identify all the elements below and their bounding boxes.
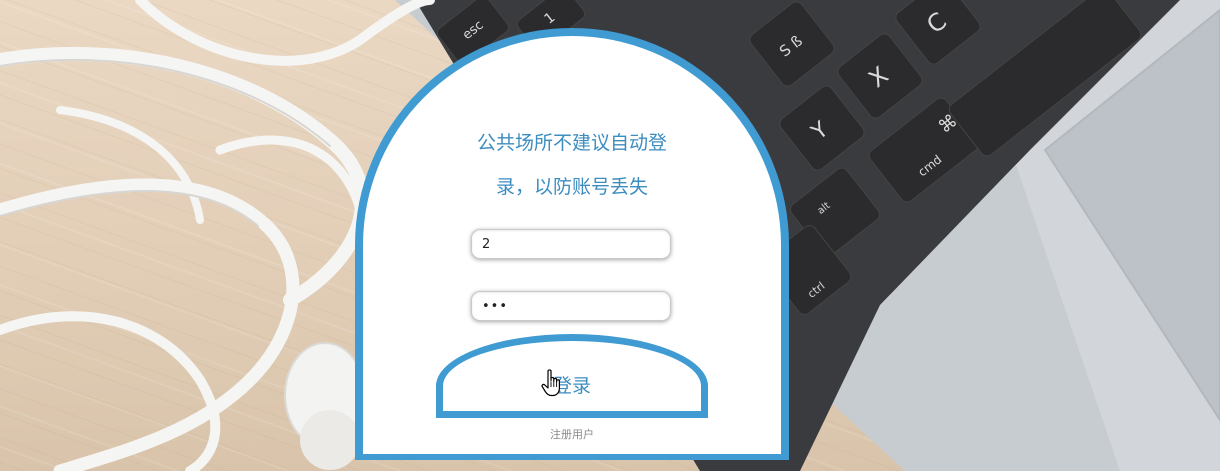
- login-button-label: 登录: [552, 376, 591, 397]
- login-card: 公共场所不建议自动登 录，以防账号丢失 登录 注册用户: [355, 28, 789, 460]
- password-input[interactable]: [471, 291, 671, 321]
- auto-login-notice-line2: 录，以防账号丢失: [495, 176, 648, 198]
- username-input[interactable]: [471, 229, 671, 259]
- login-page: esc 1 S ß X C Y cmd ⌘ alt ctrl 公共场所不建议自动…: [0, 0, 1220, 471]
- auto-login-notice-line1: 公共场所不建议自动登: [476, 132, 667, 154]
- register-link[interactable]: 注册用户: [363, 426, 781, 442]
- hand-pointer-cursor-icon: [541, 369, 560, 397]
- login-button[interactable]: 登录: [436, 334, 708, 418]
